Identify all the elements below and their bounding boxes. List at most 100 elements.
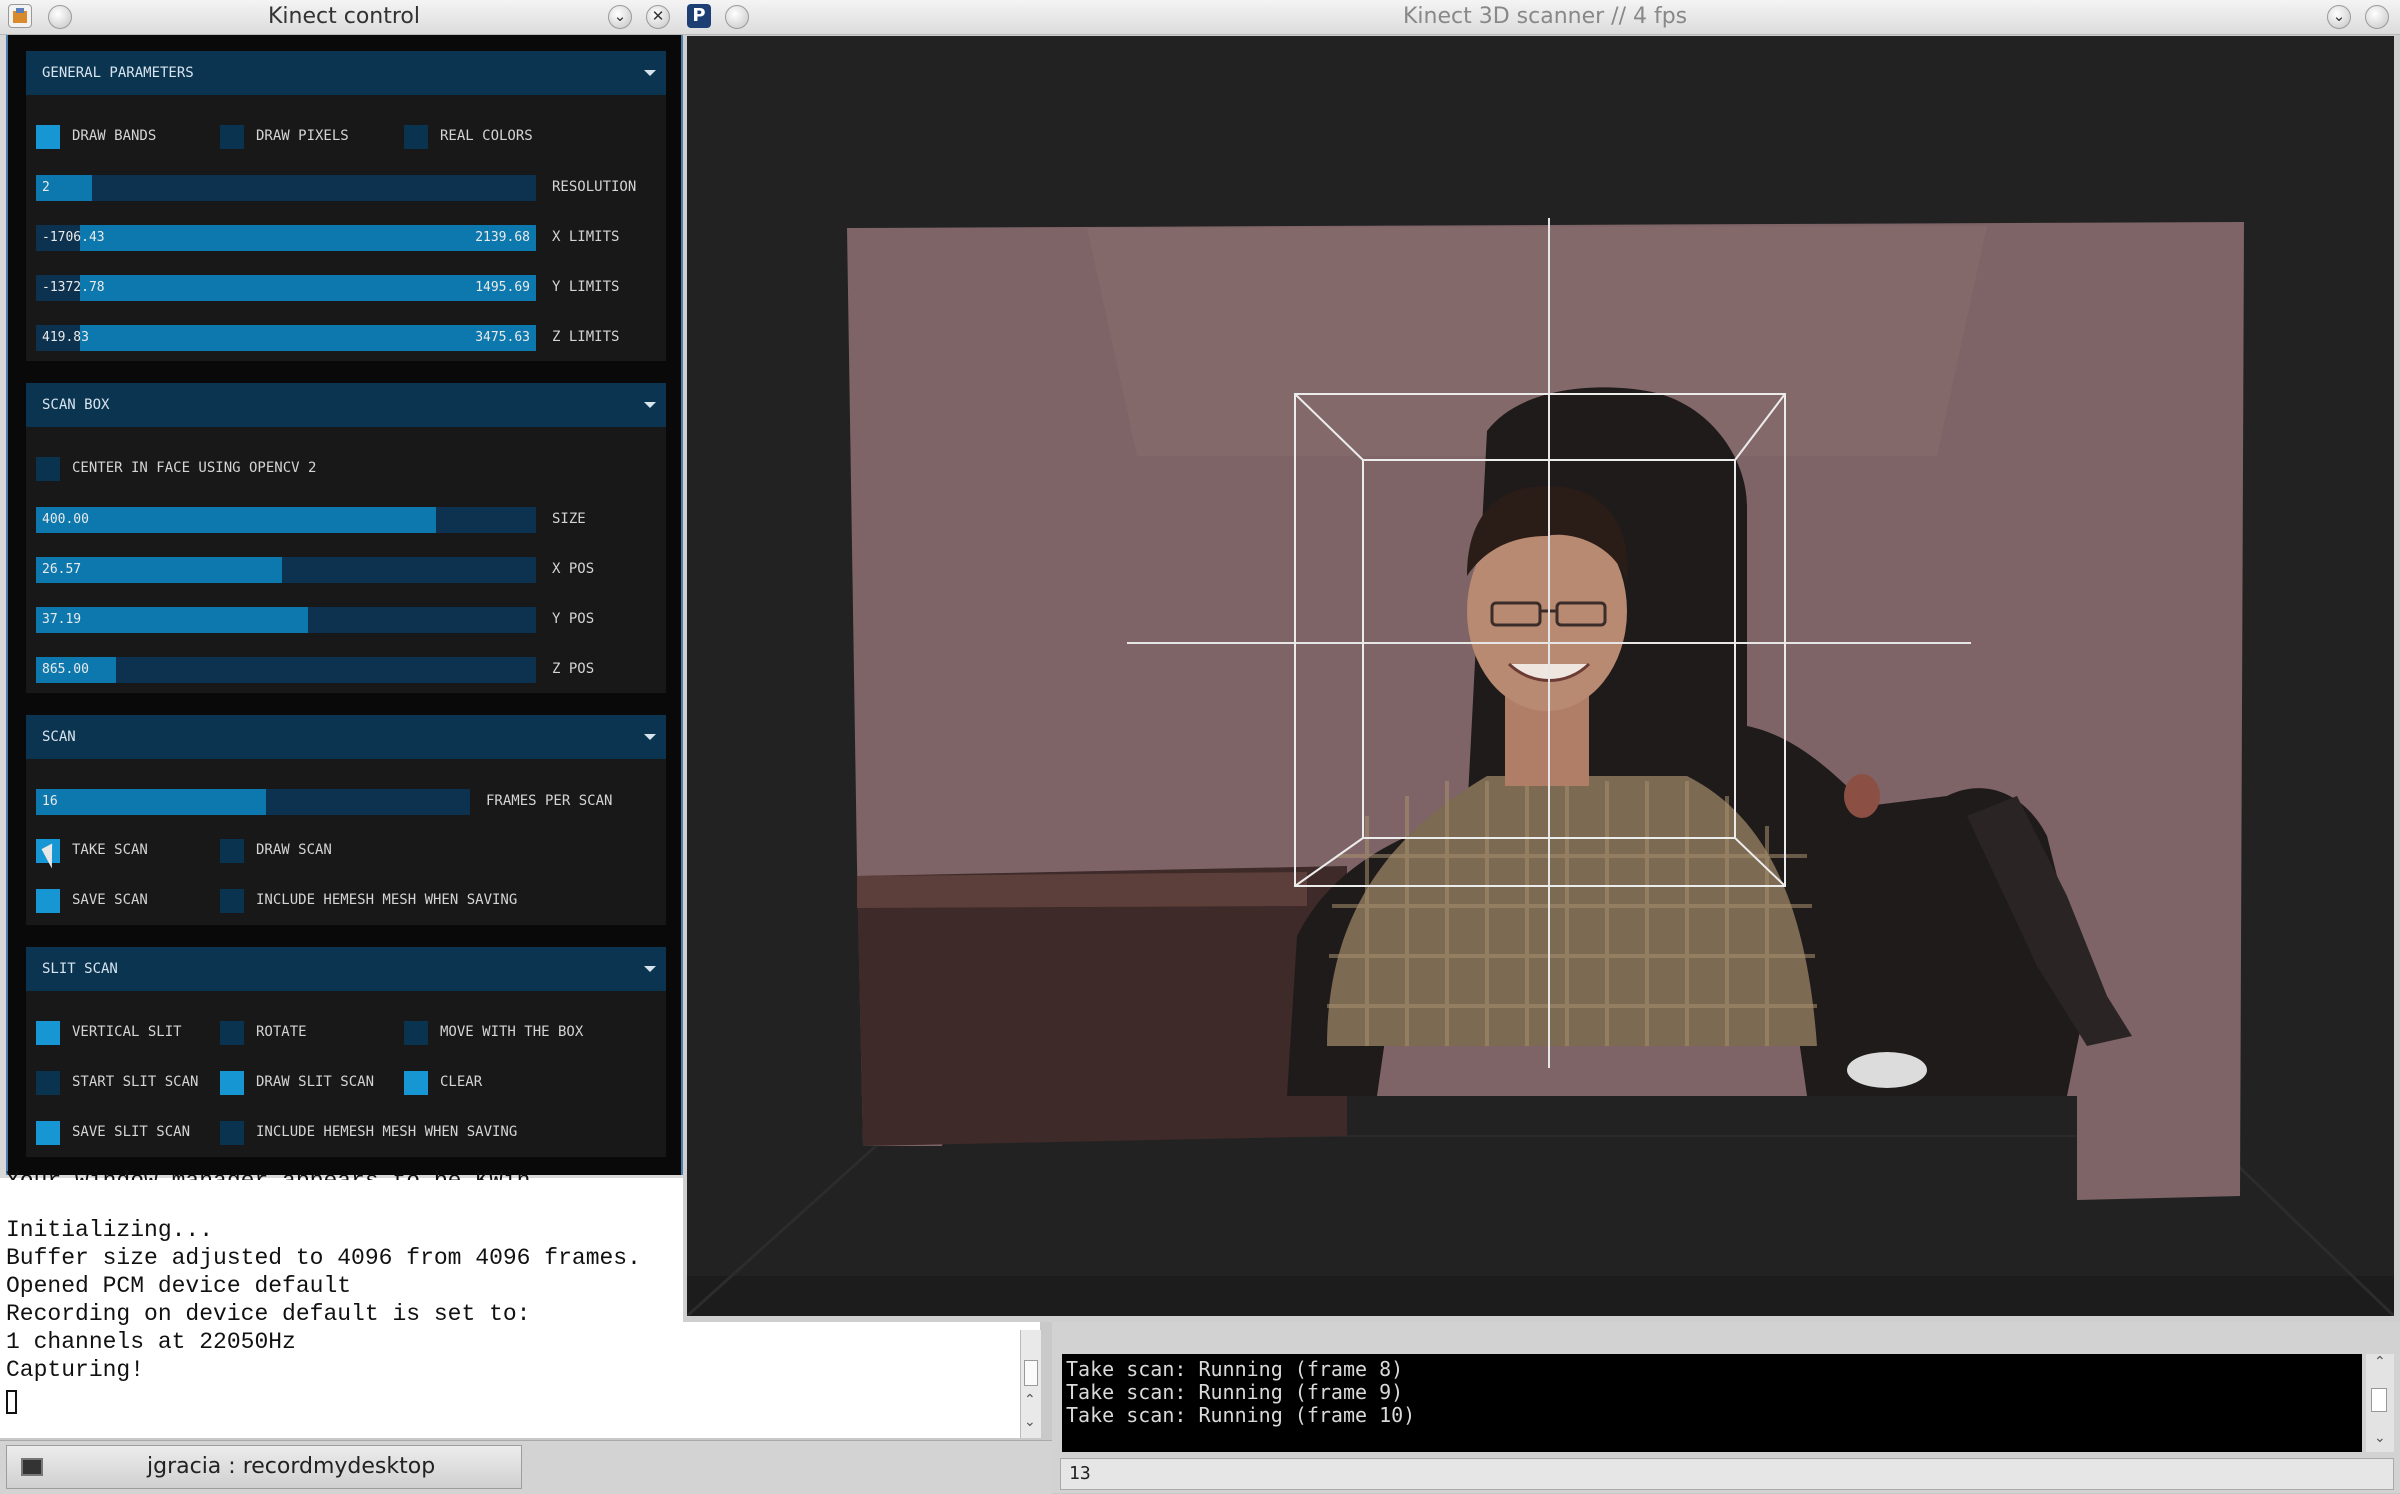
real-colors-checkbox[interactable] — [404, 125, 428, 149]
terminal-cursor — [6, 1390, 17, 1414]
panel-title: Scan box — [42, 397, 110, 413]
console-line: Take scan: Running (frame 9) — [1066, 1380, 1404, 1404]
save-slit-scan-checkbox[interactable] — [36, 1121, 60, 1145]
frames-per-scan-label: Frames per scan — [486, 793, 613, 809]
draw-pixels-label: Draw pixels — [256, 128, 349, 144]
panel-scan: Scan 16 Frames per scan Take scan Draw s… — [26, 715, 666, 925]
terminal-line: Buffer size adjusted to 4096 from 4096 f… — [6, 1245, 641, 1271]
collapse-arrow-icon[interactable] — [644, 402, 656, 408]
draw-scan-label: Draw scan — [256, 842, 332, 858]
taskbar-item-label: jgracia : recordmydesktop — [147, 1454, 436, 1479]
include-hemesh-label: Include Hemesh mesh when saving — [256, 892, 518, 908]
scanner-window-title: Kinect 3D scanner // 4 fps — [1403, 4, 1688, 29]
panel-title: Slit scan — [42, 961, 118, 977]
move-with-box-checkbox[interactable] — [404, 1021, 428, 1045]
x-limits-min: -1706.43 — [42, 230, 105, 245]
window-menu-icon[interactable] — [48, 5, 72, 29]
kinect-control-window: Kinect control ⌄ ✕ General parameters Dr… — [0, 0, 683, 1178]
start-slit-scan-label: Start slit scan — [72, 1074, 199, 1090]
z-limits-max: 3475.63 — [475, 330, 530, 345]
z-pos-slider[interactable]: 865.00 — [36, 657, 536, 683]
draw-scan-checkbox[interactable] — [220, 839, 244, 863]
status-console[interactable]: Take scan: Running (frame 8) Take scan: … — [1062, 1354, 2362, 1452]
start-slit-scan-checkbox[interactable] — [36, 1071, 60, 1095]
z-pos-label: Z pos — [552, 661, 595, 677]
y-pos-label: Y pos — [552, 611, 595, 627]
console-line: Take scan: Running (frame 10) — [1066, 1403, 1416, 1427]
y-limits-label: Y limits — [552, 279, 620, 295]
processing-icon[interactable]: P — [687, 4, 711, 28]
terminal-line: Capturing! — [6, 1357, 145, 1383]
take-scan-label: Take scan — [72, 842, 148, 858]
terminal-line: 1 channels at 22050Hz — [6, 1329, 296, 1355]
center-in-face-label: Center in face using OpenCV 2 — [72, 460, 317, 476]
terminal-cut-line: Your window manager appears to be KWin — [6, 1168, 531, 1180]
panel-general-parameters: General parameters Draw bands Draw pixel… — [26, 51, 666, 361]
panel-header-slit-scan[interactable]: Slit scan — [26, 947, 666, 991]
console-scrollbar[interactable]: ⌃ ⌄ — [2366, 1354, 2394, 1452]
scanner-titlebar[interactable]: P Kinect 3D scanner // 4 fps ⌄ — [683, 0, 2400, 35]
draw-bands-label: Draw bands — [72, 128, 157, 144]
frames-per-scan-slider[interactable]: 16 — [36, 789, 470, 815]
resolution-value: 2 — [42, 180, 50, 195]
collapse-arrow-icon[interactable] — [644, 70, 656, 76]
panel-header-scan[interactable]: Scan — [26, 715, 666, 759]
panel-slit-scan: Slit scan Vertical slit Rotate Move with… — [26, 947, 666, 1157]
size-value: 400.00 — [42, 512, 89, 527]
rotate-label: Rotate — [256, 1024, 307, 1040]
real-colors-label: Real colors — [440, 128, 533, 144]
terminal-line: Opened PCM device default — [6, 1273, 352, 1299]
minimize-icon[interactable]: ⌄ — [2327, 5, 2351, 29]
maximize-icon[interactable] — [2365, 5, 2389, 29]
taskbar-item-recordmydesktop[interactable]: jgracia : recordmydesktop — [6, 1445, 522, 1489]
vertical-slit-checkbox[interactable] — [36, 1021, 60, 1045]
rotate-checkbox[interactable] — [220, 1021, 244, 1045]
x-limits-max: 2139.68 — [475, 230, 530, 245]
x-limits-range-slider[interactable]: -1706.43 2139.68 — [36, 225, 536, 251]
x-limits-label: X limits — [552, 229, 620, 245]
panel-header-general[interactable]: General parameters — [26, 51, 666, 95]
x-pos-slider[interactable]: 26.57 — [36, 557, 536, 583]
console-input[interactable]: 13 — [1060, 1458, 2394, 1490]
draw-slit-scan-label: Draw slit scan — [256, 1074, 375, 1090]
app-icon[interactable] — [8, 4, 32, 28]
collapse-arrow-icon[interactable] — [644, 966, 656, 972]
save-scan-checkbox[interactable] — [36, 889, 60, 913]
clear-checkbox[interactable] — [404, 1071, 428, 1095]
scan-3d-viewport[interactable] — [687, 36, 2394, 1316]
collapse-arrow-icon[interactable] — [644, 734, 656, 740]
size-slider[interactable]: 400.00 — [36, 507, 536, 533]
draw-slit-scan-checkbox[interactable] — [220, 1071, 244, 1095]
include-hemesh-checkbox[interactable] — [220, 889, 244, 913]
minimize-icon[interactable]: ⌄ — [608, 5, 632, 29]
y-limits-min: -1372.78 — [42, 280, 105, 295]
frames-per-scan-value: 16 — [42, 794, 58, 809]
draw-bands-checkbox[interactable] — [36, 125, 60, 149]
z-pos-value: 865.00 — [42, 662, 89, 677]
console-input-value: 13 — [1069, 1463, 1091, 1484]
clear-label: Clear — [440, 1074, 483, 1090]
terminal-line: Initializing... — [6, 1217, 214, 1243]
resolution-slider[interactable]: 2 — [36, 175, 536, 201]
panel-title: General parameters — [42, 65, 194, 81]
include-hemesh-slit-checkbox[interactable] — [220, 1121, 244, 1145]
x-pos-value: 26.57 — [42, 562, 82, 577]
control-body: General parameters Draw bands Draw pixel… — [6, 35, 683, 1175]
control-titlebar[interactable]: Kinect control ⌄ ✕ — [0, 0, 683, 35]
y-pos-slider[interactable]: 37.19 — [36, 607, 536, 633]
draw-pixels-checkbox[interactable] — [220, 125, 244, 149]
center-in-face-checkbox[interactable] — [36, 457, 60, 481]
control-window-title: Kinect control — [268, 4, 420, 29]
size-label: Size — [552, 511, 586, 527]
scanner-window: P Kinect 3D scanner // 4 fps ⌄ — [683, 0, 2400, 1322]
z-limits-range-slider[interactable]: 419.83 3475.63 — [36, 325, 536, 351]
vertical-slit-label: Vertical slit — [72, 1024, 182, 1040]
terminal-line: Recording on device default is set to: — [6, 1301, 531, 1327]
panel-header-scan-box[interactable]: Scan box — [26, 383, 666, 427]
terminal-scrollbar[interactable]: ⌃ ⌄ — [1020, 1330, 1041, 1438]
window-menu-icon[interactable] — [725, 5, 749, 29]
close-icon[interactable]: ✕ — [646, 5, 670, 29]
scan-scene — [687, 218, 2394, 1316]
y-limits-max: 1495.69 — [475, 280, 530, 295]
y-limits-range-slider[interactable]: -1372.78 1495.69 — [36, 275, 536, 301]
